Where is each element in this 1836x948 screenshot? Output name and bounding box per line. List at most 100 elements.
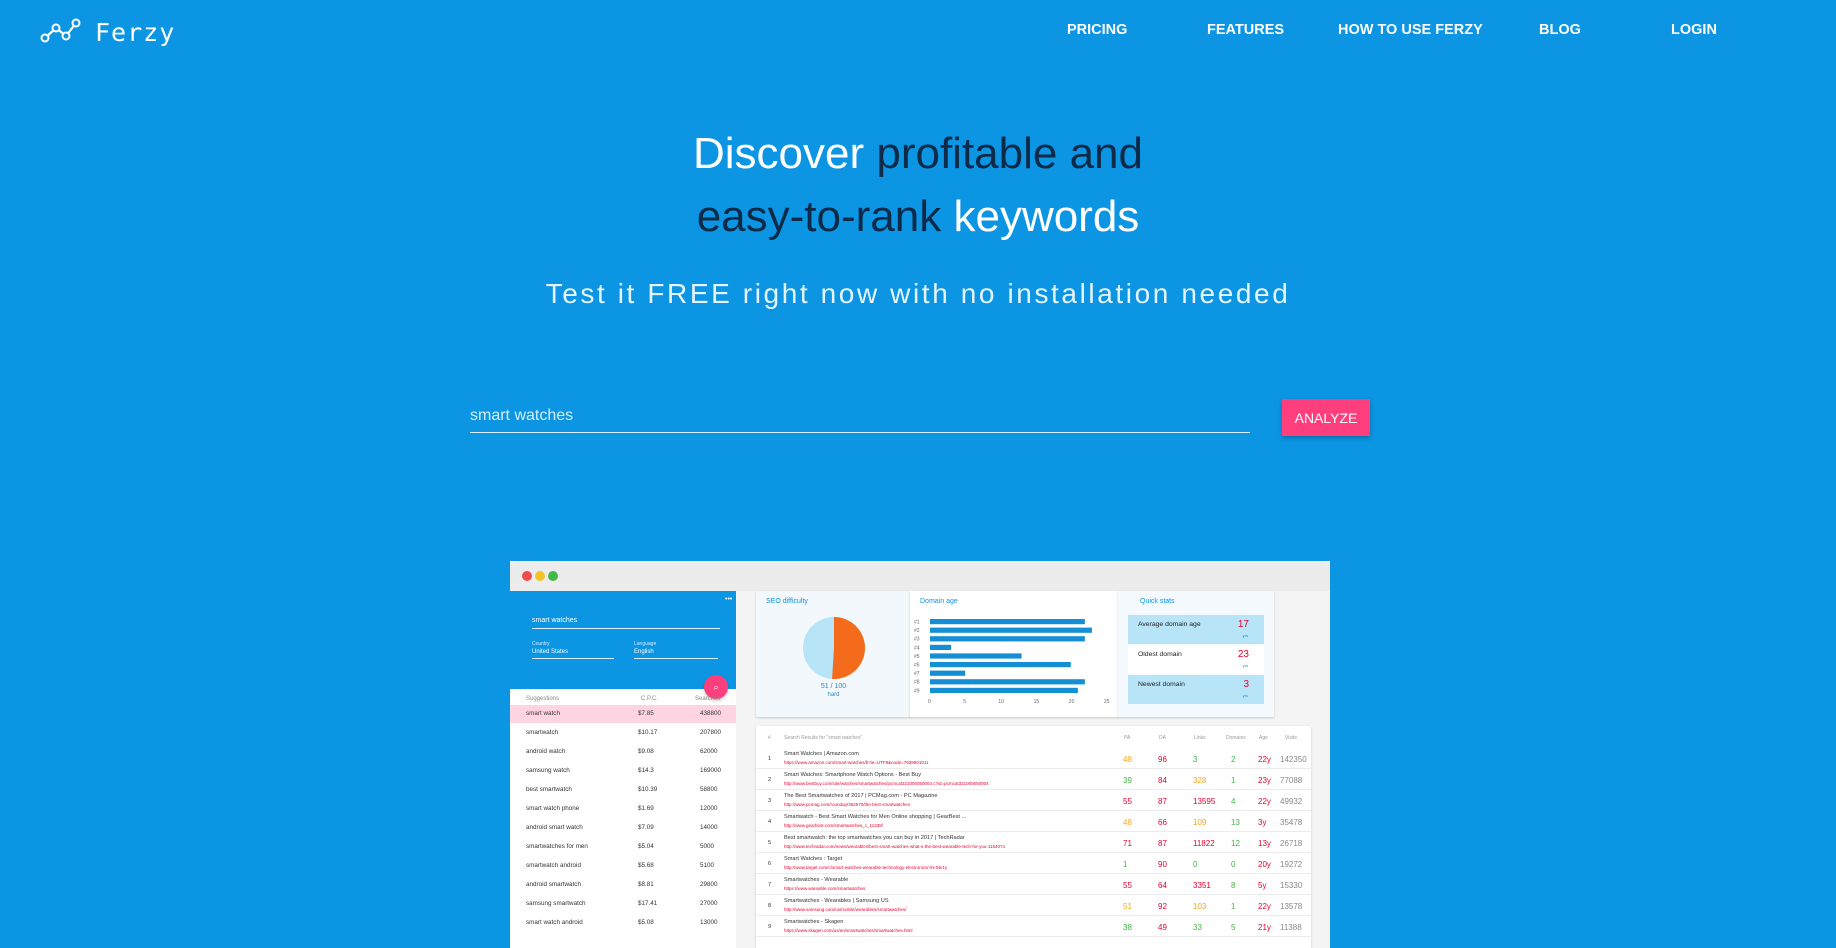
suggestion-row[interactable]: smartwatches for men $5.04 5000 bbox=[510, 838, 736, 856]
oldest-domain-label: Oldest domain bbox=[1138, 651, 1182, 658]
suggestions-header: Suggestions bbox=[526, 696, 560, 702]
suggestion-searches: 62000 bbox=[700, 748, 718, 755]
suggestion-row[interactable]: smartwatch $10.17 207800 bbox=[510, 724, 736, 742]
search-result-row[interactable]: 6 Smart Watches : Target http://www.target… bbox=[756, 853, 1311, 874]
suggestion-row[interactable]: smartwatch android $5.68 5100 bbox=[510, 857, 736, 875]
suggestion-cpc: $10.17 bbox=[638, 729, 658, 736]
search-result-row[interactable]: 5 Best smartwatch: the top smartwatches y… bbox=[756, 832, 1311, 853]
result-domains: 4 bbox=[1231, 797, 1236, 806]
result-url: http://www.bestbuy.com/site/watches/smar… bbox=[784, 781, 989, 786]
analyze-button[interactable]: ANALYZE bbox=[1282, 399, 1370, 436]
language-underline bbox=[634, 658, 718, 659]
suggestion-row[interactable]: android smart watch $7.09 14000 bbox=[510, 819, 736, 837]
domain-age-axis-tick: 25 bbox=[1104, 699, 1110, 705]
result-url: https://www.skagen.com/us/en/smartwatche… bbox=[784, 928, 913, 933]
domain-age-bar bbox=[930, 636, 1085, 642]
domain-age-bar-label: #5 bbox=[914, 654, 920, 660]
suggestion-cpc: $7.85 bbox=[638, 710, 654, 717]
search-result-row[interactable]: 9 Smartwatches - Skagen https://www.skagen… bbox=[756, 916, 1311, 937]
oldest-domain-value: 23 bbox=[1237, 649, 1249, 660]
suggestion-row[interactable]: smart watch phone $1.69 12000 bbox=[510, 800, 736, 818]
search-result-row[interactable]: 4 Smartwatch - Best Smart Watches for Men… bbox=[756, 811, 1311, 832]
result-domains: 1 bbox=[1231, 776, 1236, 785]
result-rank: 1 bbox=[768, 756, 772, 762]
suggestion-searches: 27000 bbox=[700, 900, 718, 907]
result-title: Smartwatch - Best Smart Watches for Men … bbox=[784, 814, 967, 820]
suggestion-keyword: smartwatch android bbox=[526, 862, 581, 869]
domain-age-bar-label: #4 bbox=[914, 645, 920, 651]
result-title: Smartwatches - Wearables | Samsung US bbox=[784, 898, 889, 904]
result-rank: 2 bbox=[768, 777, 772, 783]
search-result-row[interactable]: 3 The Best Smartwatches of 2017 | PCMag.c… bbox=[756, 790, 1311, 811]
suggestion-keyword: android smartwatch bbox=[526, 881, 581, 888]
nav-how-to-use-link[interactable]: HOW TO USE FERZY bbox=[1338, 22, 1483, 38]
more-options-icon: ••• bbox=[725, 596, 733, 603]
domain-age-bar-label: #8 bbox=[914, 680, 920, 686]
search-result-row[interactable]: 8 Smartwatches - Wearables | Samsung US ht… bbox=[756, 895, 1311, 916]
result-url: http://www.pcmag.com/roundup/352570/the-… bbox=[784, 802, 911, 807]
country-underline bbox=[532, 658, 614, 659]
result-age: 20y bbox=[1258, 860, 1271, 869]
result-pa: 38 bbox=[1123, 923, 1132, 932]
domain-age-bar-label: #6 bbox=[914, 663, 920, 669]
suggestion-row[interactable]: smart watch android $5.08 13000 bbox=[510, 914, 736, 932]
newest-domain-unit: yrs bbox=[1242, 693, 1248, 698]
suggestion-keyword: smart watch phone bbox=[526, 805, 580, 812]
result-domains: 13 bbox=[1231, 818, 1240, 827]
ferzy-logo-link[interactable]: Ferzy bbox=[40, 16, 175, 49]
search-result-row[interactable]: 7 Smartwatches - Wearable https://www.ware… bbox=[756, 874, 1311, 895]
result-pa: 51 bbox=[1123, 902, 1132, 911]
keyword-search-input[interactable] bbox=[470, 400, 1250, 432]
preview-query-underline bbox=[532, 628, 720, 629]
result-pa: 55 bbox=[1123, 881, 1132, 890]
domain-age-axis-tick: 20 bbox=[1069, 699, 1075, 705]
suggestion-row[interactable]: smart watch $7.85 438800 bbox=[510, 705, 736, 723]
suggestion-cpc: $1.69 bbox=[638, 805, 654, 812]
suggestion-cpc: $7.09 bbox=[638, 824, 654, 831]
suggestion-row[interactable]: samsung smartwatch $17.41 27000 bbox=[510, 895, 736, 913]
result-links: 103 bbox=[1193, 902, 1207, 911]
nav-blog-link[interactable]: BLOG bbox=[1539, 22, 1581, 38]
result-visits: 35478 bbox=[1280, 818, 1303, 827]
country-label: Country bbox=[532, 641, 550, 647]
result-links: 3351 bbox=[1193, 881, 1211, 890]
suggestion-cpc: $10.39 bbox=[638, 786, 658, 793]
result-title: Smartwatches - Skagen bbox=[784, 919, 844, 925]
suggestion-keyword: smartwatches for men bbox=[526, 843, 588, 850]
result-visits: 13578 bbox=[1280, 902, 1303, 911]
domain-age-bar-label: #1 bbox=[914, 620, 920, 626]
domain-age-axis-tick: 0 bbox=[928, 699, 931, 705]
suggestion-row[interactable]: best smartwatch $10.39 58800 bbox=[510, 781, 736, 799]
result-url: https://www.wareable.com/smartwatches bbox=[784, 886, 866, 891]
nav-pricing-link[interactable]: PRICING bbox=[1067, 22, 1127, 38]
seo-difficulty-score: 51 / 100 bbox=[820, 683, 847, 690]
hero-subtitle: Test it FREE right now with no installat… bbox=[545, 278, 1291, 309]
result-domains: 2 bbox=[1231, 755, 1236, 764]
result-links: 33 bbox=[1193, 923, 1202, 932]
nav-features-link[interactable]: FEATURES bbox=[1207, 22, 1284, 38]
search-result-row[interactable]: 2 Smart Watches: Smartphone Watch Options… bbox=[756, 769, 1311, 790]
hero-heading-profitable: profitable and bbox=[876, 129, 1144, 178]
nav-login-link[interactable]: LOGIN bbox=[1671, 22, 1717, 38]
suggestion-searches: 207800 bbox=[700, 729, 722, 736]
result-title: The Best Smartwatches of 2017 | PCMag.co… bbox=[784, 793, 938, 799]
searches-header: Searches bbox=[695, 696, 721, 702]
domain-age-title: Domain age bbox=[920, 598, 958, 605]
result-links: 109 bbox=[1193, 818, 1207, 827]
result-url: http://www.samsung.com/us/mobile/wearabl… bbox=[784, 907, 907, 912]
result-da: 84 bbox=[1158, 776, 1167, 785]
result-rank: 9 bbox=[768, 924, 772, 930]
suggestion-searches: 13000 bbox=[700, 919, 718, 926]
result-visits: 49932 bbox=[1280, 797, 1303, 806]
result-links: 328 bbox=[1193, 776, 1207, 785]
search-result-row[interactable]: 1 Smart Watches | Amazon.com https://www.a… bbox=[756, 748, 1311, 769]
result-pa: 1 bbox=[1123, 860, 1128, 869]
suggestion-row[interactable]: android smartwatch $8.81 29800 bbox=[510, 876, 736, 894]
window-minimize-dot bbox=[535, 571, 545, 581]
seo-difficulty-card: SEO difficulty 51 / 100 hard bbox=[756, 591, 911, 717]
result-da: 96 bbox=[1158, 755, 1167, 764]
result-url: http://www.gearbest.com/smartwatches_c_1… bbox=[784, 823, 883, 828]
suggestion-row[interactable]: samsung watch $14.3 169000 bbox=[510, 762, 736, 780]
suggestion-row[interactable]: android watch $9.08 62000 bbox=[510, 743, 736, 761]
rank-header: # bbox=[768, 735, 771, 741]
